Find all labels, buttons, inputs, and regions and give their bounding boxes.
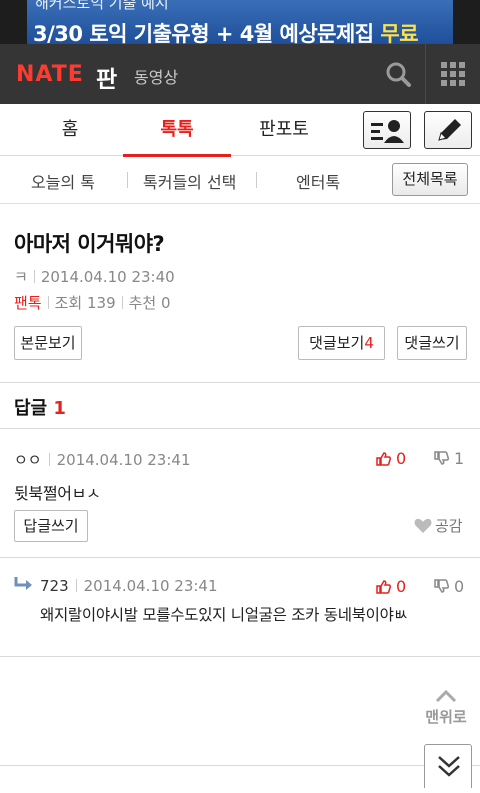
write-comment-button[interactable]: 댓글쓰기	[397, 326, 467, 360]
menu-grid-icon[interactable]	[441, 62, 465, 86]
tab-toktok[interactable]: 톡톡	[123, 104, 231, 157]
comment-meta: 723 2014.04.10 23:41	[40, 577, 218, 595]
view-body-button[interactable]: 본문보기	[14, 326, 82, 360]
tab-panphoto[interactable]: 판포토	[236, 104, 332, 156]
thumbs-up-icon	[376, 452, 392, 466]
comment-text: 뒷북쩔어ㅂㅅ	[14, 484, 101, 503]
divider	[0, 656, 480, 657]
post-date: 2014.04.10 23:40	[40, 268, 175, 286]
main-tabs: 홈 톡톡 판포토	[0, 104, 480, 157]
ad-banner[interactable]: 해커스토익 기출 예시 3/30 토익 기출유형 + 4월 예상문제집 무료	[27, 0, 453, 44]
comment-date: 2014.04.10 23:41	[83, 577, 218, 595]
post-title: 아마저 이거뭐야?	[14, 232, 165, 256]
post-category[interactable]: 팬톡	[14, 294, 42, 312]
pan-logo[interactable]: 판	[96, 60, 117, 94]
subnav-separator	[127, 172, 128, 188]
subnav-separator	[256, 172, 257, 188]
chevron-up-icon	[435, 690, 457, 702]
thumbs-up-icon	[376, 580, 392, 594]
thumbs-up-count: 0	[396, 449, 407, 468]
subnav-enter-talk[interactable]: 엔터톡	[296, 169, 340, 193]
comment-date: 2014.04.10 23:41	[56, 451, 191, 469]
comment-author: ㅇㅇ	[14, 451, 42, 469]
pencil-icon	[438, 119, 461, 141]
video-link[interactable]: 동영상	[134, 64, 178, 88]
header-divider	[425, 44, 426, 104]
post-stats: 팬톡 조회 139 추천 0	[14, 292, 171, 313]
replies-label: 답글	[14, 398, 48, 419]
heart-icon	[414, 518, 432, 533]
view-comments-button[interactable]: 댓글보기4	[298, 326, 385, 360]
post-meta: ㅋ 2014.04.10 23:40	[14, 266, 175, 287]
reply-write-button[interactable]: 답글쓰기	[14, 510, 88, 542]
tab-home[interactable]: 홈	[20, 104, 120, 156]
thumbs-up-button[interactable]: 0	[376, 449, 406, 468]
ad-top-text: 해커스토익 기출 예시	[35, 0, 169, 12]
thumbs-up-button[interactable]: 0	[376, 577, 406, 596]
bottom-divider	[0, 765, 480, 766]
profile-list-icon	[371, 120, 404, 143]
post-views: 조회 139	[54, 294, 116, 312]
divider	[0, 428, 480, 429]
subnav-today-talk[interactable]: 오늘의 톡	[31, 169, 95, 193]
reply-arrow-icon	[14, 577, 32, 590]
thumbs-down-icon	[434, 579, 450, 593]
back-to-top-button[interactable]: 맨위로	[420, 690, 472, 727]
thumbs-down-count: 1	[454, 449, 465, 468]
double-chevron-down-icon	[438, 756, 460, 777]
thumbs-down-icon	[434, 451, 450, 465]
post-author: ㅋ	[14, 268, 28, 286]
all-list-button[interactable]: 전체목록	[392, 163, 468, 196]
ad-main-copy: 3/30 토익 기출유형 + 4월 예상문제집	[33, 22, 381, 44]
scroll-down-button[interactable]	[424, 744, 472, 788]
comment-text: 왜지랄이야시발 모를수도있지 니얼굴은 조카 동네북이야ㅄ	[40, 606, 408, 624]
write-button[interactable]	[424, 111, 472, 149]
post-recommend: 추천 0	[128, 294, 171, 312]
subnav-talkers-choice[interactable]: 톡커들의 선택	[143, 169, 236, 193]
comment-count: 4	[364, 334, 374, 352]
sub-navigation: 오늘의 톡 톡커들의 선택 엔터톡 전체목록	[0, 156, 480, 204]
my-profile-button[interactable]	[363, 111, 411, 149]
ad-free-label: 무료	[380, 22, 419, 44]
ad-banner-bar: 해커스토익 기출 예시 3/30 토익 기출유형 + 4월 예상문제집 무료	[0, 0, 480, 44]
divider	[0, 382, 480, 383]
thumbs-down-button[interactable]: 0	[434, 577, 464, 596]
comment-author: 723	[40, 577, 69, 595]
replies-header: 답글 1	[14, 394, 66, 420]
nate-logo[interactable]: NATE	[16, 62, 84, 87]
search-icon[interactable]	[384, 60, 412, 88]
view-comments-label: 댓글보기	[309, 334, 365, 352]
divider	[0, 557, 480, 558]
empathy-label: 공감	[435, 517, 463, 535]
comment-meta: ㅇㅇ 2014.04.10 23:41	[14, 449, 191, 470]
thumbs-down-button[interactable]: 1	[434, 449, 464, 468]
ad-main-text: 3/30 토익 기출유형 + 4월 예상문제집 무료	[33, 18, 419, 44]
thumbs-up-count: 0	[396, 577, 407, 596]
empathy-button[interactable]: 공감	[414, 515, 463, 536]
thumbs-down-count: 0	[454, 577, 465, 596]
app-header: NATE 판 동영상	[0, 44, 480, 104]
back-to-top-label: 맨위로	[425, 708, 467, 726]
replies-count: 1	[53, 398, 66, 419]
